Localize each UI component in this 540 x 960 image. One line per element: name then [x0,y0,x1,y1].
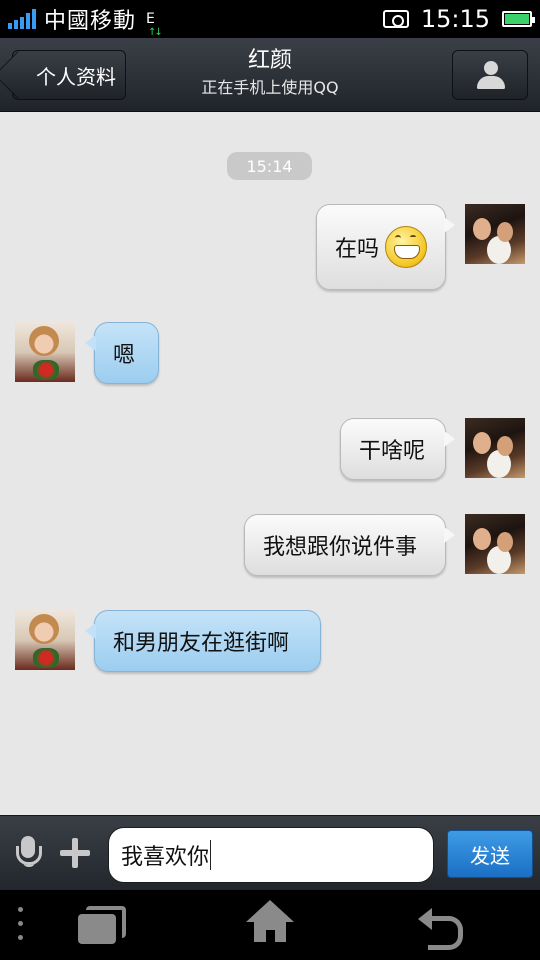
back-to-profile-button[interactable]: 个人资料 [12,50,126,100]
message-bubble-outgoing[interactable]: 在吗 [316,204,455,290]
message-bubble-outgoing[interactable]: 我想跟你说件事 [244,514,455,576]
message-bubble-incoming[interactable]: 和男朋友在逛街啊 [85,610,321,672]
message-text: 嗯 [113,343,136,368]
contact-status: 正在手机上使用QQ [201,78,339,97]
text-caret [210,840,212,870]
carrier-name: 中國移動 [44,9,137,34]
message-bubble-outgoing[interactable]: 干啥呢 [340,418,455,480]
system-nav-bar [0,890,540,960]
message-input-value: 我喜欢你 [121,845,210,870]
chat-title-block: 红颜 正在手机上使用QQ [150,46,390,100]
signal-icon [8,9,36,29]
plus-icon[interactable] [60,838,90,868]
message-timestamp: 15:14 [227,152,312,180]
contact-profile-button[interactable] [452,50,528,100]
composer-bar: 我喜欢你 发送 [0,815,540,890]
contact-name: 红颜 [247,48,292,73]
status-bar: 中國移動 E 15:15 [0,0,540,38]
chat-header: 个人资料 红颜 正在手机上使用QQ [0,38,540,112]
screenshot-icon [382,10,409,28]
status-clock: 15:15 [420,5,490,33]
microphone-icon[interactable] [14,836,42,872]
person-icon [477,61,505,89]
my-avatar[interactable] [465,204,525,264]
my-avatar[interactable] [465,514,525,574]
message-list[interactable]: 15:14 在吗 嗯 干啥呢 我想跟你说件事 和男朋友在逛街啊 [0,112,540,815]
contact-avatar[interactable] [15,322,75,382]
grin-emoji-icon [385,226,428,268]
recent-apps-icon[interactable] [78,906,126,944]
message-input[interactable]: 我喜欢你 [108,827,434,883]
my-avatar[interactable] [465,418,525,478]
message-text: 在吗 [335,237,380,262]
back-icon[interactable] [418,904,464,950]
battery-icon [502,11,535,27]
network-activity-icon: E [146,11,161,38]
message-text: 和男朋友在逛街啊 [113,631,290,656]
contact-avatar[interactable] [15,610,75,670]
message-bubble-incoming[interactable]: 嗯 [85,322,159,384]
send-button[interactable]: 发送 [447,830,533,878]
message-text: 我想跟你说件事 [263,535,418,560]
menu-icon[interactable] [18,907,24,943]
message-text: 干啥呢 [359,439,426,464]
back-button-label: 个人资料 [36,64,116,89]
